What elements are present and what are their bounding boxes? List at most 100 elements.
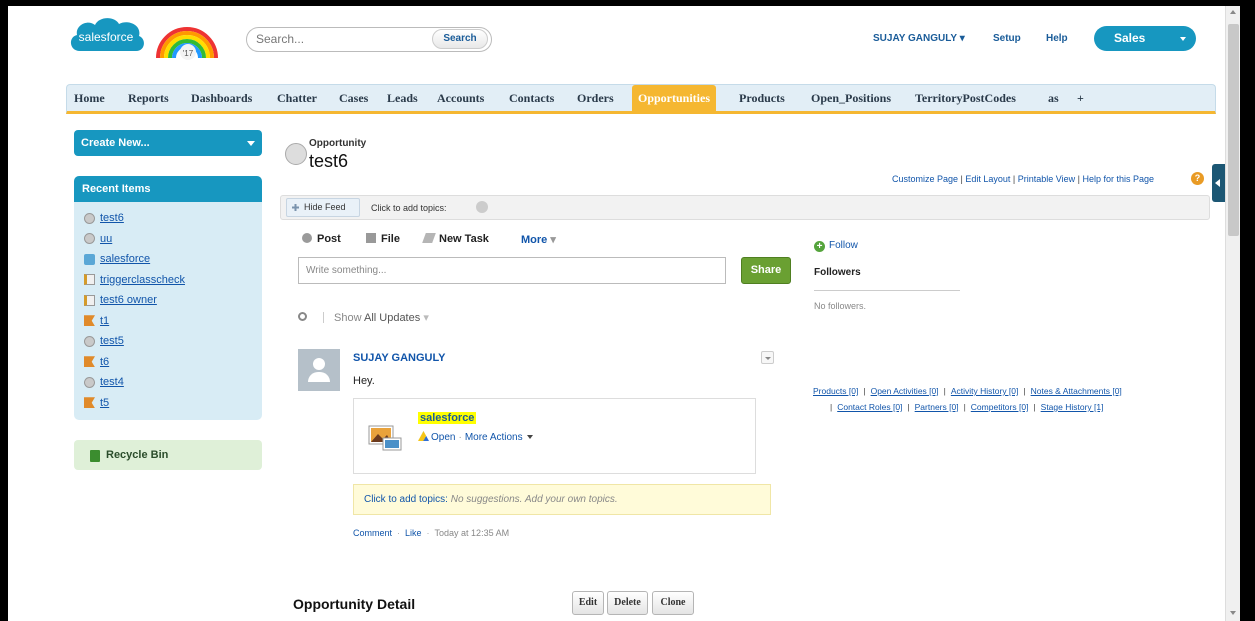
list-item: test6 owner (84, 290, 262, 311)
recent-item-link[interactable]: t5 (100, 397, 109, 409)
search-icon[interactable] (298, 312, 307, 321)
tab-products[interactable]: Products (739, 91, 785, 106)
list-item: test6 (84, 208, 262, 229)
related-contact-roles-link[interactable]: Contact Roles [0] (837, 402, 902, 412)
custom-object-icon (84, 356, 95, 368)
list-item: salesforce (84, 249, 262, 270)
attachment-open-link[interactable]: Open (431, 432, 455, 443)
attachment-name-link[interactable]: salesforce (418, 412, 477, 424)
scrollbar-thumb[interactable] (1228, 24, 1239, 236)
follow-button[interactable]: + Follow (814, 240, 858, 252)
tab-territory-postcodes[interactable]: TerritoryPostCodes (915, 91, 1016, 106)
create-new-button[interactable]: Create New... (74, 130, 262, 156)
recent-item-link[interactable]: test5 (100, 335, 124, 347)
avatar[interactable] (298, 349, 340, 391)
app-menu-button[interactable]: Sales (1094, 26, 1196, 51)
recent-item-link[interactable]: t6 (100, 356, 109, 368)
publisher-tab-more[interactable]: More ▾ (521, 233, 556, 246)
help-link[interactable]: Help (1046, 33, 1068, 44)
printable-view-link[interactable]: Printable View (1018, 174, 1075, 184)
pencil-icon (422, 233, 436, 243)
customize-page-link[interactable]: Customize Page (892, 174, 958, 184)
recent-item-link[interactable]: triggerclasscheck (100, 274, 185, 286)
tab-home[interactable]: Home (74, 91, 105, 106)
account-icon (84, 253, 95, 265)
tab-open-positions[interactable]: Open_Positions (811, 91, 891, 106)
tab-orders[interactable]: Orders (577, 91, 614, 106)
filter-value: All Updates (363, 312, 421, 324)
comment-link[interactable]: Comment (353, 528, 392, 538)
feed-author-link[interactable]: SUJAY GANGULY (353, 352, 446, 364)
salesforce-logo[interactable]: salesforce (66, 11, 148, 63)
tab-chatter[interactable]: Chatter (277, 91, 317, 106)
like-link[interactable]: Like (405, 528, 422, 538)
recent-item-link[interactable]: salesforce (100, 253, 150, 265)
attachment-more-actions-link[interactable]: More Actions (465, 432, 523, 443)
app-name: Sales (1114, 31, 1146, 45)
setup-link[interactable]: Setup (993, 33, 1021, 44)
recent-item-link[interactable]: test6 (100, 212, 124, 224)
search-input[interactable] (256, 31, 416, 47)
info-icon[interactable] (476, 201, 488, 213)
feed-toolbar: Hide Feed Click to add topics: (280, 195, 1210, 220)
recent-item-link[interactable]: test4 (100, 376, 124, 388)
tab-dashboards[interactable]: Dashboards (191, 91, 252, 106)
tab-as[interactable]: as (1048, 91, 1059, 106)
hide-feed-label: Hide Feed (304, 202, 346, 212)
section-title: Opportunity Detail (293, 596, 416, 612)
tab-opportunities[interactable]: Opportunities (632, 85, 717, 111)
delete-button[interactable]: Delete (607, 591, 648, 615)
post-input[interactable] (298, 257, 726, 284)
divider (814, 290, 960, 291)
recent-item-link[interactable]: test6 owner (100, 294, 157, 306)
related-products-link[interactable]: Products [0] (813, 386, 858, 396)
related-competitors-link[interactable]: Competitors [0] (971, 402, 1029, 412)
help-for-page-link[interactable]: Help for this Page (1082, 174, 1154, 184)
topic-suggestion-bar: Click to add topics: No suggestions. Add… (353, 484, 771, 515)
all-tabs-plus-icon[interactable]: + (1077, 91, 1084, 106)
tab-contacts[interactable]: Contacts (509, 91, 554, 106)
related-stage-history-link[interactable]: Stage History [1] (1041, 402, 1104, 412)
recent-item-link[interactable]: uu (100, 233, 112, 245)
clone-button[interactable]: Clone (652, 591, 694, 615)
publisher-tab-post[interactable]: Post (302, 233, 341, 245)
feed-filter-dropdown[interactable]: Show All Updates ▾ (334, 311, 429, 324)
recent-item-link[interactable]: t1 (100, 315, 109, 327)
timestamp[interactable]: Today at 12:35 AM (435, 528, 510, 538)
related-activity-history-link[interactable]: Activity History [0] (951, 386, 1019, 396)
tab-cases[interactable]: Cases (339, 91, 368, 106)
sidebar-toggle-icon[interactable] (1212, 164, 1226, 202)
publisher-tab-file[interactable]: File (366, 233, 400, 245)
share-button[interactable]: Share (741, 257, 791, 284)
more-label: More (521, 234, 548, 246)
publisher-tab-new-task[interactable]: New Task (422, 233, 489, 245)
related-notes-attachments-link[interactable]: Notes & Attachments [0] (1031, 386, 1122, 396)
user-name: SUJAY GANGULY (873, 33, 957, 44)
file-label: File (381, 233, 400, 245)
scroll-down-icon[interactable] (1230, 611, 1236, 615)
search-button[interactable]: Search (432, 29, 488, 49)
edit-button[interactable]: Edit (572, 591, 604, 615)
recycle-bin-link[interactable]: Recycle Bin (74, 440, 262, 470)
tab-accounts[interactable]: Accounts (437, 91, 484, 106)
add-topics-link[interactable]: Click to add topics: (371, 203, 447, 213)
chevron-down-icon[interactable] (526, 435, 533, 439)
tab-leads[interactable]: Leads (387, 91, 418, 106)
related-partners-link[interactable]: Partners [0] (915, 402, 959, 412)
opportunity-icon (84, 335, 95, 347)
apex-class-icon (84, 274, 95, 286)
edit-layout-link[interactable]: Edit Layout (965, 174, 1010, 184)
help-icon[interactable]: ? (1191, 172, 1204, 185)
scroll-up-icon[interactable] (1230, 10, 1236, 14)
list-item: test5 (84, 331, 262, 352)
add-topics-link[interactable]: Click to add topics: (364, 494, 448, 505)
user-menu[interactable]: SUJAY GANGULY ▾ (873, 33, 965, 44)
list-item: test4 (84, 372, 262, 393)
feed-item-menu-icon[interactable] (761, 351, 774, 364)
tab-reports[interactable]: Reports (128, 91, 169, 106)
vertical-scrollbar[interactable] (1225, 6, 1240, 621)
attachment-actions: Open · More Actions (418, 431, 533, 443)
feed-post-text: Hey. (353, 375, 375, 387)
related-open-activities-link[interactable]: Open Activities [0] (871, 386, 939, 396)
hide-feed-button[interactable]: Hide Feed (286, 198, 360, 217)
